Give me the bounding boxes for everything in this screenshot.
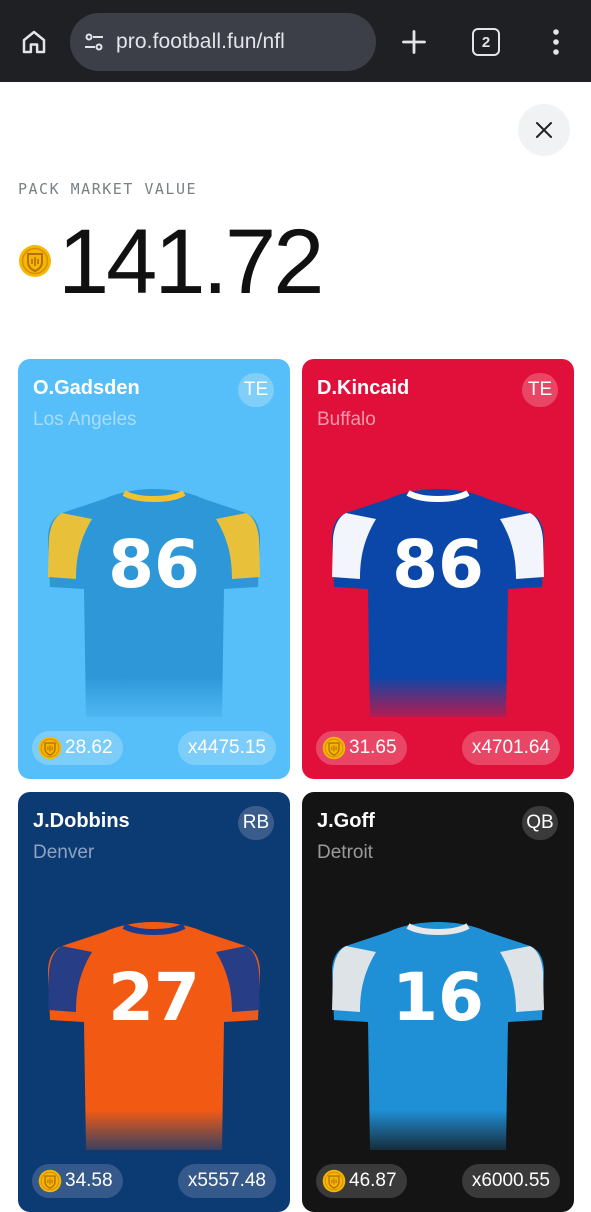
multiplier-pill: x4475.15 [177, 731, 276, 765]
jersey-image: 16 [330, 922, 546, 1160]
player-name: J.Dobbins [33, 810, 130, 832]
player-card-d-kincaid[interactable]: D.Kincaid Buffalo TE 86 31.65 x4701.64 [302, 359, 574, 779]
new-tab-plus-icon[interactable] [396, 24, 432, 60]
card-price: 28.62 [65, 737, 113, 758]
player-team: Detroit [317, 842, 373, 863]
player-team: Buffalo [317, 409, 376, 430]
price-pill: 34.58 [32, 1164, 123, 1198]
price-pill: 28.62 [32, 731, 123, 765]
card-multiplier: x4701.64 [471, 737, 550, 758]
coin-icon [19, 245, 51, 277]
player-name: D.Kincaid [317, 377, 410, 399]
close-icon[interactable] [518, 104, 570, 156]
player-name: J.Goff [317, 810, 375, 832]
position-badge: TE [522, 373, 558, 407]
card-multiplier: x6000.55 [471, 1170, 550, 1191]
pack-market-value-label: PACK MARKET VALUE [18, 180, 198, 198]
coin-icon [322, 736, 346, 760]
player-name: O.Gadsden [33, 377, 140, 399]
card-price: 34.58 [65, 1170, 113, 1191]
multiplier-pill: x5557.48 [177, 1164, 276, 1198]
coin-icon [38, 1169, 62, 1193]
home-icon[interactable] [14, 22, 54, 62]
player-card-j-goff[interactable]: J.Goff Detroit QB 16 46.87 x6000.55 [302, 792, 574, 1212]
card-multiplier: x4475.15 [187, 737, 266, 758]
url-text: pro.football.fun/nfl [116, 30, 285, 53]
position-badge: TE [238, 373, 274, 407]
browser-toolbar: pro.football.fun/nfl 2 [0, 0, 591, 82]
jersey-image: 86 [46, 489, 262, 727]
price-pill: 31.65 [316, 731, 407, 765]
tab-count: 2 [481, 33, 491, 51]
price-pill: 46.87 [316, 1164, 407, 1198]
site-settings-icon[interactable] [80, 28, 108, 56]
position-badge: QB [522, 806, 558, 840]
coin-icon [322, 1169, 346, 1193]
jersey-number: 86 [392, 526, 484, 603]
card-price: 46.87 [349, 1170, 397, 1191]
player-card-o-gadsden[interactable]: O.Gadsden Los Angeles TE 86 28.62 x4475.… [18, 359, 290, 779]
player-team: Los Angeles [33, 409, 137, 430]
jersey-number: 27 [108, 959, 200, 1036]
jersey-image: 86 [330, 489, 546, 727]
pack-market-value: 141.72 [58, 211, 324, 313]
jersey-image: 27 [46, 922, 262, 1160]
card-price: 31.65 [349, 737, 397, 758]
player-team: Denver [33, 842, 95, 863]
multiplier-pill: x4701.64 [461, 731, 560, 765]
address-bar[interactable]: pro.football.fun/nfl [70, 13, 376, 71]
coin-icon [38, 736, 62, 760]
jersey-number: 16 [392, 959, 484, 1036]
more-menu-icon[interactable] [544, 24, 568, 60]
tab-switcher-icon[interactable]: 2 [472, 28, 500, 56]
position-badge: RB [238, 806, 274, 840]
jersey-number: 86 [108, 526, 200, 603]
player-card-j-dobbins[interactable]: J.Dobbins Denver RB 27 34.58 x5557.48 [18, 792, 290, 1212]
card-multiplier: x5557.48 [187, 1170, 266, 1191]
multiplier-pill: x6000.55 [461, 1164, 560, 1198]
